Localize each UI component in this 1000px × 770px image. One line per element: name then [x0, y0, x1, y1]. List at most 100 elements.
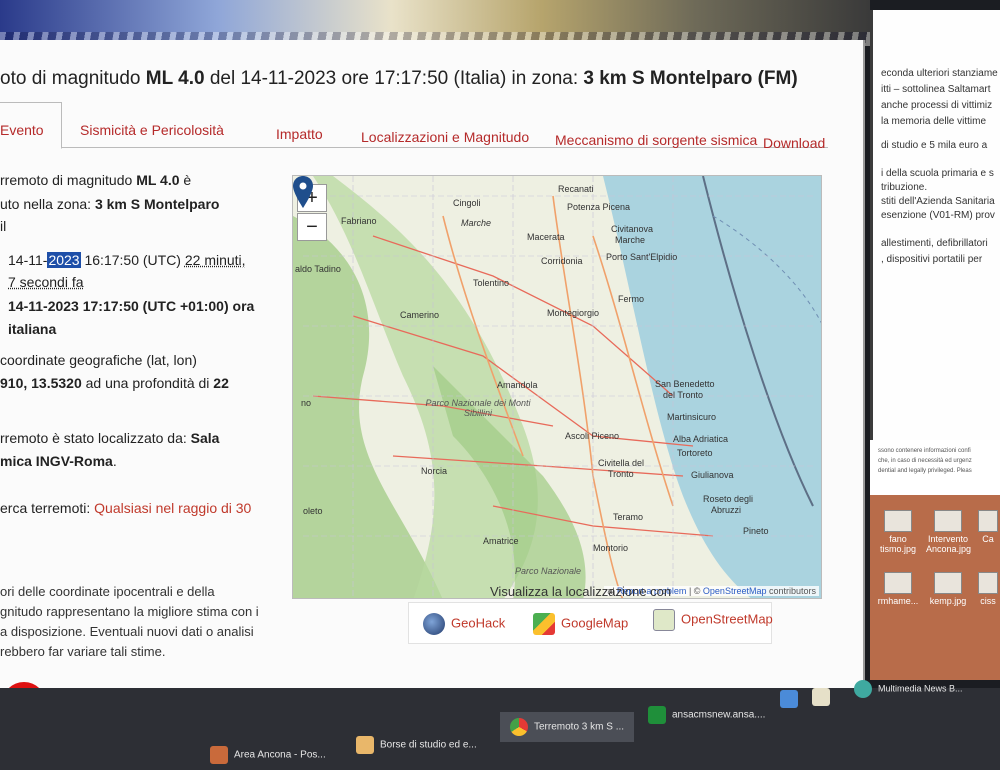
park-sibillini-label: Parco Nazionale dei Monti Sibillini — [425, 398, 531, 418]
map-region: Marche — [461, 218, 492, 228]
located-by-2: mica INGV-Roma. — [0, 453, 117, 469]
image-file-icon — [934, 510, 962, 532]
viz-label: Visualizza la localizzazione con — [490, 584, 672, 599]
estimate-note: ori delle coordinate ipocentrali e della… — [0, 584, 259, 659]
time-ago: 22 minuti, — [184, 252, 246, 268]
globe-icon — [423, 613, 445, 635]
screen: oto di magnitudo ML 4.0 del 14-11-2023 o… — [0, 0, 1000, 770]
park-label: Parco Nazionale — [515, 566, 582, 576]
map-town: Norcia — [421, 466, 448, 476]
desktop-icon-intervento[interactable]: Intervento Ancona.jpg — [926, 510, 971, 554]
title-mid: del 14-11-2023 ore 17:17:50 (Italia) in … — [204, 68, 584, 89]
desktop-icon-rmhame[interactable]: rmhame... — [876, 572, 920, 606]
event-tabs: Evento Sismicità e Pericolosità Impatto … — [0, 102, 828, 151]
taskbar-icon-1[interactable] — [780, 690, 804, 708]
map-town: Giulianova — [691, 470, 734, 480]
time-ago-2: 7 secondi fa — [8, 274, 84, 290]
title-zone: 3 km S Montelparo (FM) — [583, 68, 798, 89]
title-prefix: oto di magnitudo — [0, 68, 146, 89]
map-town: oleto — [303, 506, 323, 516]
taskbar-item-area-ancona[interactable]: Area Ancona - Pos... — [210, 746, 326, 764]
email-text-line: i della scuola primaria e s — [881, 168, 994, 179]
tab-evento[interactable]: Evento — [0, 102, 62, 149]
email-window: econda ulteriori stanziame itti – sottol… — [870, 10, 1000, 440]
map-town: Abruzzi — [711, 505, 742, 515]
browser-icon — [854, 680, 872, 698]
email-text-line: anche processi di vittimiz — [881, 100, 993, 111]
chrome-icon — [510, 718, 528, 736]
desktop-icon-ca[interactable]: Ca — [976, 510, 1000, 544]
selected-year: 2023 — [47, 252, 81, 268]
email-disclaimer: ssono contenere informazioni confi che, … — [878, 448, 972, 474]
googlemap-link[interactable]: GoogleMap — [533, 613, 628, 635]
desktop-icon-fano[interactable]: fano tismo.jpg — [876, 510, 920, 554]
email-text-line: stiti dell'Azienda Sanitaria — [881, 196, 995, 207]
taskbar-item-borse[interactable]: Borse di studio ed e... — [356, 736, 477, 754]
map-town: del Tronto — [663, 390, 704, 400]
image-file-icon — [978, 572, 998, 594]
mail-icon — [356, 736, 374, 754]
local-time-2: italiana — [8, 321, 57, 337]
map-town: no — [301, 398, 312, 408]
map-town: Corridonia — [541, 256, 583, 266]
email-text-line: itti – sottolinea Saltamart — [881, 84, 991, 95]
geohack-link[interactable]: GeoHack — [423, 613, 505, 635]
map-town: Martinsicuro — [667, 412, 717, 422]
epicenter-pin-icon[interactable] — [293, 176, 313, 208]
map-town: Cingoli — [453, 198, 481, 208]
osm-link[interactable]: OpenStreetMap — [703, 586, 767, 596]
local-time: 14-11-2023 17:17:50 (UTC +01:00) ora — [8, 298, 255, 314]
desktop-area: ssono contenere informazioni confi che, … — [870, 440, 1000, 680]
map-town: Tortoreto — [677, 448, 713, 458]
app-icon — [780, 690, 798, 708]
taskbar-icon-2[interactable] — [812, 688, 836, 706]
map-town: San Benedetto — [655, 379, 715, 389]
book-icon — [812, 688, 830, 706]
tab-meccanismo[interactable]: Meccanismo di sorgente sismica — [555, 132, 757, 148]
map-town: Tronto — [608, 469, 634, 479]
email-text-line: esenzione (V01-RM) prov — [881, 210, 995, 221]
image-file-icon — [978, 510, 998, 532]
map-town: Civitella del — [598, 458, 645, 468]
info-line-1: rremoto di magnitudo ML 4.0 è — [0, 172, 192, 188]
event-map[interactable]: + − Recanati Potenza Picena Cingoli Fabr… — [292, 175, 822, 599]
map-town: Pineto — [743, 526, 769, 536]
magnifier-icon — [653, 609, 675, 631]
image-file-icon — [934, 572, 962, 594]
ansa-icon — [648, 706, 666, 724]
desktop-icon-ciss[interactable]: ciss — [976, 572, 1000, 606]
map-town: Fabriano — [341, 216, 377, 226]
map-town: Montegiorgio — [547, 308, 600, 318]
tab-impatto[interactable]: Impatto — [276, 126, 323, 142]
desktop-icon-kemp[interactable]: kemp.jpg — [926, 572, 970, 606]
utc-time: 14-11-2023 16:17:50 (UTC) 22 minuti, — [8, 252, 246, 268]
search-quakes: erca terremoti: Qualsiasi nel raggio di … — [0, 500, 252, 516]
map-town: Potenza Picena — [567, 202, 631, 212]
tab-download[interactable]: Download — [763, 135, 825, 151]
map-town: Ascoli Piceno — [565, 431, 620, 441]
openstreetmap-link[interactable]: OpenStreetMap — [653, 609, 773, 631]
page-title: oto di magnitudo ML 4.0 del 14-11-2023 o… — [0, 68, 860, 90]
taskbar-item-multimedia[interactable]: Multimedia News B... — [854, 680, 963, 698]
map-town: Macerata — [527, 232, 565, 242]
image-file-icon — [884, 572, 912, 594]
image-file-icon — [884, 510, 912, 532]
map-town: Amandola — [497, 380, 538, 390]
email-text-line: tribuzione. — [881, 182, 928, 193]
browser-page: oto di magnitudo ML 4.0 del 14-11-2023 o… — [0, 40, 865, 688]
info-line-3: il — [0, 218, 7, 234]
coords-label: coordinate geografiche (lat, lon) — [0, 352, 197, 368]
search-radius-link[interactable]: Qualsiasi nel raggio di 30 — [94, 500, 251, 516]
taskbar: Multimedia News B... ansacmsnew.ansa....… — [0, 680, 1000, 770]
mail-icon — [210, 746, 228, 764]
map-town: Fermo — [618, 294, 645, 304]
zoom-out-button[interactable]: − — [297, 213, 327, 241]
taskbar-item-terremoto[interactable]: Terremoto 3 km S ... — [500, 712, 635, 742]
tab-sismicita[interactable]: Sismicità e Pericolosità — [80, 122, 224, 138]
map-town: Teramo — [613, 512, 644, 522]
googlemap-icon — [533, 613, 555, 635]
taskbar-item-ansa[interactable]: ansacmsnew.ansa.... — [648, 706, 765, 724]
email-text-line: di studio e 5 mila euro a — [881, 140, 988, 151]
coords-value: 910, 13.5320 ad una profondità di 22 — [0, 375, 229, 391]
tab-localizzazioni[interactable]: Localizzazioni e Magnitudo — [361, 129, 529, 145]
